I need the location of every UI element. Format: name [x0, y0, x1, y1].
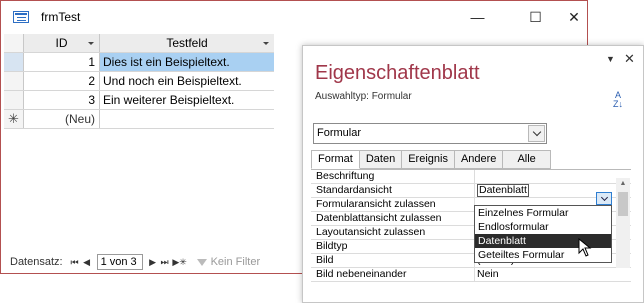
property-name: Layoutansicht zulassen	[311, 226, 475, 239]
selection-type-label: Auswahltyp: Formular	[315, 91, 412, 102]
property-sheet: Eigenschaftenblatt ▼ ✕ Auswahltyp: Formu…	[302, 45, 644, 303]
tab-andere[interactable]: Andere	[454, 150, 504, 169]
form-icon	[13, 11, 29, 23]
record-selector[interactable]	[4, 91, 24, 109]
window-title: frmTest	[41, 10, 81, 24]
dropdown-option[interactable]: Einzelnes Formular	[475, 206, 611, 220]
pane-menu-icon[interactable]: ▼	[606, 54, 615, 64]
object-selector-dropdown-button[interactable]	[528, 125, 545, 142]
record-navigation: Datensatz: ⏮ ◀ 1 von 3 ▶ ⏭ ▶✳ Kein Filte…	[4, 253, 304, 271]
object-selector-value: Formular	[317, 127, 362, 139]
record-position-input[interactable]: 1 von 3	[96, 254, 143, 270]
datasheet-header: ID Testfeld	[4, 34, 274, 53]
table-row[interactable]: 1 Dies ist ein Beispieltext.	[4, 53, 274, 72]
column-header-testfeld[interactable]: Testfeld	[100, 34, 274, 52]
property-name: Datenblattansicht zulassen	[311, 212, 475, 225]
testfeld-cell[interactable]	[100, 110, 274, 128]
select-all-cell[interactable]	[4, 34, 24, 52]
record-selector[interactable]	[4, 72, 24, 90]
property-list-scrollbar[interactable]: ▲	[616, 178, 630, 268]
sort-icon[interactable]: A Z↓	[611, 91, 625, 109]
property-sheet-title: Eigenschaftenblatt	[315, 62, 480, 84]
id-cell[interactable]: (Neu)	[24, 110, 100, 128]
property-row[interactable]: Beschriftung	[311, 170, 631, 184]
funnel-icon	[196, 258, 207, 266]
pane-close-icon[interactable]: ✕	[624, 51, 635, 67]
chevron-down-icon	[532, 127, 541, 137]
new-record-row[interactable]: ✳ (Neu)	[4, 110, 274, 129]
tab-ereignis[interactable]: Ereignis	[402, 150, 455, 169]
id-cell[interactable]: 2	[24, 72, 100, 90]
previous-record-icon[interactable]: ◀	[81, 257, 93, 268]
column-header-id[interactable]: ID	[24, 34, 100, 52]
property-row[interactable]: Bild nebeneinander Nein	[311, 268, 631, 282]
filter-label: Kein Filter	[210, 256, 261, 268]
property-name: Bildtyp	[311, 240, 475, 253]
standardansicht-dropdown-button[interactable]	[596, 192, 612, 205]
property-tabs: Format Daten Ereignis Andere Alle	[311, 150, 551, 169]
record-selector[interactable]	[4, 53, 24, 71]
property-name: Bild nebeneinander	[311, 268, 475, 281]
column-header-label: Testfeld	[166, 36, 208, 50]
sort-dropdown-icon[interactable]	[263, 42, 269, 45]
sort-dropdown-icon[interactable]	[88, 42, 94, 45]
id-cell[interactable]: 3	[24, 91, 100, 109]
testfeld-cell[interactable]: Ein weiterer Beispieltext.	[100, 91, 274, 109]
chevron-down-icon	[600, 193, 608, 201]
new-record-icon[interactable]: ▶✳	[171, 257, 189, 268]
next-record-icon[interactable]: ▶	[147, 257, 159, 268]
testfeld-cell[interactable]: Und noch ein Beispieltext.	[100, 72, 274, 90]
property-value[interactable]	[475, 170, 631, 183]
tab-format[interactable]: Format	[311, 150, 360, 169]
id-cell[interactable]: 1	[24, 53, 100, 71]
tab-daten[interactable]: Daten	[359, 150, 403, 169]
record-label: Datensatz:	[10, 256, 63, 268]
table-row[interactable]: 2 Und noch ein Beispieltext.	[4, 72, 274, 91]
property-value-text: Datenblatt	[477, 184, 529, 197]
tab-alle[interactable]: Alle	[503, 150, 551, 169]
property-value[interactable]: Nein	[475, 268, 631, 281]
last-record-icon[interactable]: ⏭	[159, 257, 171, 268]
first-record-icon[interactable]: ⏮	[69, 257, 81, 268]
property-name: Beschriftung	[311, 170, 475, 183]
table-row[interactable]: 3 Ein weiterer Beispieltext.	[4, 91, 274, 110]
close-button[interactable]: ✕	[559, 1, 589, 33]
object-selector[interactable]: Formular	[313, 123, 547, 144]
mouse-cursor-icon	[578, 238, 592, 257]
new-record-icon: ✳	[4, 110, 24, 128]
dropdown-option[interactable]: Endlosformular	[475, 220, 611, 234]
datasheet: ID Testfeld 1 Dies ist ein Beispieltext.…	[4, 34, 274, 129]
sort-icon-bottom: Z↓	[613, 99, 623, 109]
column-header-label: ID	[55, 36, 68, 50]
property-name: Formularansicht zulassen	[311, 198, 475, 211]
maximize-button[interactable]: ☐	[513, 1, 558, 33]
testfeld-cell[interactable]: Dies ist ein Beispieltext.	[100, 53, 274, 71]
property-name: Standardansicht	[311, 184, 475, 197]
filter-toggle[interactable]: Kein Filter	[196, 256, 261, 268]
scroll-up-icon[interactable]: ▲	[616, 178, 630, 190]
property-name: Bild	[311, 254, 475, 267]
property-row[interactable]: Standardansicht Datenblatt	[311, 184, 631, 198]
minimize-button[interactable]: —	[455, 1, 500, 33]
scroll-thumb[interactable]	[618, 192, 628, 216]
